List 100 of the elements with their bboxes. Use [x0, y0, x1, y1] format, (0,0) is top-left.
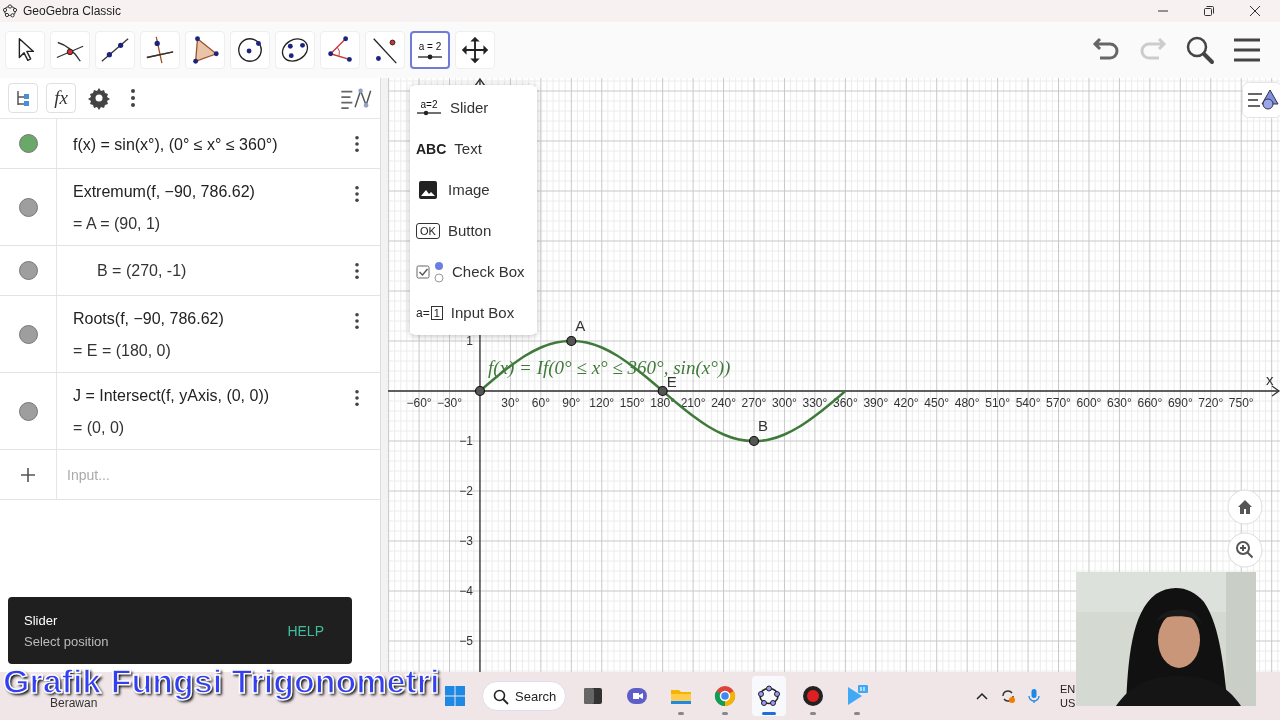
axis-tick-label: −2 [459, 484, 473, 498]
tool-button[interactable] [230, 31, 270, 69]
algebra-expression[interactable]: Extremum(f, −90, 786.62) [73, 183, 346, 201]
region-label[interactable]: US [1060, 696, 1076, 710]
home-icon[interactable] [1227, 489, 1263, 525]
help-button[interactable]: HELP [275, 616, 336, 645]
search-icon [493, 689, 509, 705]
axis-tick-label: 660° [1137, 396, 1163, 410]
point-label: B [758, 417, 769, 434]
weather-label[interactable]: Berawan [50, 696, 98, 710]
axis-tick-label: 600° [1076, 396, 1102, 410]
algebra-view-button[interactable] [8, 83, 38, 113]
zoom-in-icon[interactable] [1227, 532, 1263, 568]
axis-tick-label: 1 [466, 334, 473, 348]
axis-tick-label: 330° [802, 396, 828, 410]
algebra-expression[interactable]: f(x) = sin(x°), (0° ≤ x° ≤ 360°) [73, 135, 346, 154]
tool-button[interactable] [275, 31, 315, 69]
axis-tick-label: 390° [863, 396, 889, 410]
tool-button[interactable] [95, 31, 135, 69]
tool-button[interactable] [140, 31, 180, 69]
text-icon: ABC [416, 140, 447, 157]
point[interactable] [748, 435, 760, 447]
windows-icon [443, 684, 467, 708]
axis-tick-label: 120° [589, 396, 615, 410]
geogebra-icon [757, 684, 781, 708]
axis-tick-label: 720° [1198, 396, 1224, 410]
perpendicular-lines-icon [145, 35, 175, 65]
more-icon[interactable] [354, 389, 360, 407]
app-logo-icon [3, 4, 17, 18]
algebra-output: = A = (90, 1) [73, 215, 162, 233]
algebra-expression[interactable]: Roots(f, −90, 786.62) [73, 310, 346, 328]
axis-tick-label: 180° [650, 396, 676, 410]
record-icon [801, 684, 825, 708]
close-icon[interactable] [1249, 5, 1261, 17]
axis-tick-label: 300° [772, 396, 797, 410]
axis-tick-label: 210° [680, 396, 706, 410]
function-button[interactable]: fx [46, 83, 76, 113]
style-bar-icon[interactable] [1242, 82, 1280, 118]
visibility-dot[interactable] [18, 197, 38, 217]
visibility-dot[interactable] [18, 261, 38, 280]
circle-icon [235, 35, 265, 65]
tool-button[interactable] [185, 31, 225, 69]
visibility-dot[interactable] [18, 134, 38, 153]
snackbar-title: Slider [24, 612, 59, 628]
axis-tick-label: 30° [501, 396, 520, 410]
search-icon[interactable] [1185, 35, 1215, 65]
tool-button[interactable] [320, 31, 360, 69]
algebra-output: = (0, 0) [73, 419, 126, 437]
more-icon[interactable] [354, 185, 360, 203]
angle-icon [325, 35, 355, 65]
slider-icon [417, 53, 443, 60]
ellipse-icon [280, 35, 310, 65]
visibility-dot[interactable] [18, 324, 38, 344]
axis-tick-label: 690° [1167, 396, 1193, 410]
point[interactable] [657, 385, 668, 397]
window-title: GeoGebra Classic [23, 4, 122, 18]
axis-tick-label: 570° [1046, 396, 1071, 410]
point-label: A [575, 317, 586, 334]
more-icon[interactable] [354, 312, 360, 330]
microphone-icon[interactable] [1026, 688, 1042, 704]
menu-item[interactable]: OK Button [410, 210, 537, 251]
axis-label: x [1266, 371, 1274, 388]
image-icon [419, 180, 437, 199]
axis-tick-label: −30° [436, 396, 463, 410]
algebra-output: B = (270, -1) [96, 261, 188, 280]
tool-button[interactable] [365, 31, 405, 69]
sync-icon[interactable] [1000, 688, 1016, 704]
tool-button[interactable]: a = 2 [410, 31, 450, 69]
restore-icon[interactable] [1203, 5, 1215, 17]
point[interactable] [566, 335, 577, 347]
search-field[interactable]: Search [482, 681, 566, 711]
axis-tick-label: −1 [459, 434, 473, 448]
axis-tick-label: 150° [619, 396, 645, 410]
visibility-dot[interactable] [18, 401, 38, 421]
axis-tick-label: 420° [893, 396, 919, 410]
menu-item[interactable]: Image [410, 169, 537, 210]
menu-item[interactable]: Check Box [410, 251, 537, 292]
menu-item[interactable]: a= 1 Input Box [410, 292, 537, 333]
axis-tick-label: 540° [1015, 396, 1041, 410]
algebra-output: = E = (180, 0) [73, 342, 172, 360]
point[interactable] [474, 385, 486, 397]
tool-button[interactable] [455, 31, 495, 69]
language-label[interactable]: EN [1060, 682, 1076, 696]
more-icon[interactable] [354, 262, 360, 280]
button-icon: OK [416, 222, 440, 239]
tool-button[interactable] [50, 31, 90, 69]
menu-item[interactable]: ABC Text [410, 128, 537, 169]
view-style-icon[interactable] [340, 87, 372, 109]
axis-tick-label: 270° [741, 396, 767, 410]
more-icon[interactable] [130, 88, 136, 108]
axis-tick-label: 450° [924, 396, 950, 410]
menu-item[interactable]: a=2 Slider [410, 87, 537, 128]
browser-icon [713, 684, 737, 708]
taskbar-app[interactable] [752, 676, 786, 716]
snackbar-message: Select position [24, 633, 109, 649]
more-icon[interactable] [354, 135, 360, 153]
add-icon[interactable] [20, 466, 36, 483]
axis-tick-label: 630° [1107, 396, 1132, 410]
tool-button[interactable] [5, 31, 45, 69]
algebra-expression[interactable]: J = Intersect(f, yAxis, (0, 0)) [73, 387, 346, 405]
